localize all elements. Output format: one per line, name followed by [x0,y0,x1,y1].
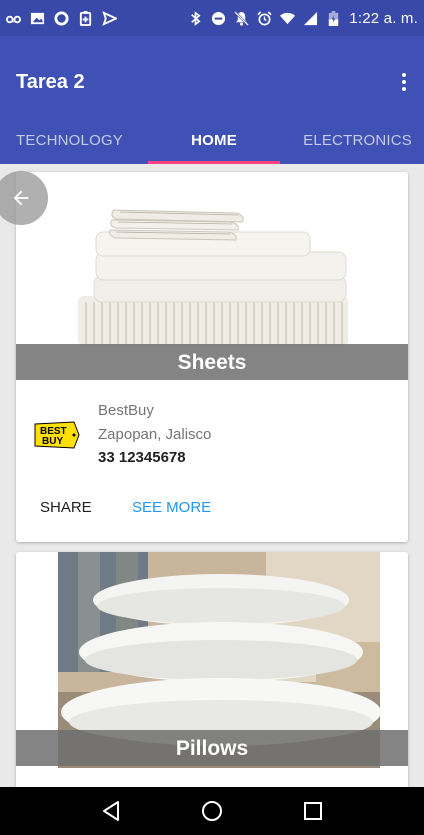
app-title: Tarea 2 [16,71,85,93]
product-title-pillows: Pillows [16,730,408,766]
store-phone[interactable]: 33 12345678 [98,449,186,466]
store-location: Zapopan, Jalisco [98,426,212,443]
home-icon[interactable] [200,799,224,823]
see-more-button[interactable]: SEE MORE [132,499,211,516]
system-nav-bar [0,787,424,835]
status-right-icons: 1:22 a. m. [188,10,418,27]
status-time: 1:22 a. m. [349,9,418,27]
alarm-icon [257,10,272,25]
battery-icon [329,10,339,26]
circle-icon [54,10,69,26]
image-icon [30,12,45,24]
battery-saver-icon [79,10,92,26]
tab-electronics[interactable]: ELECTRONICS [280,120,424,164]
bluetooth-icon [191,10,201,26]
tab-technology[interactable]: TECHNOLOGY [0,120,148,164]
status-left-icons [6,10,117,26]
notifications-off-icon [234,10,250,26]
store-info: BEST BUY BestBuy Zapopan, Jalisco 33 123… [34,402,404,472]
recents-icon[interactable] [301,799,325,823]
product-title-sheets: Sheets [16,344,408,380]
back-icon[interactable] [99,799,123,823]
status-bar: 1:22 a. m. [0,0,424,36]
send-icon [102,10,117,26]
product-card-pillows: Pillows [16,552,408,792]
product-card-sheets: Sheets BEST BUY BestBuy Zapopan, Jalisco… [16,172,408,542]
share-button[interactable]: SHARE [40,499,92,516]
arrow-back-icon [13,190,29,206]
wifi-icon [280,12,296,24]
store-name: BestBuy [98,402,154,419]
app-bar: Tarea 2 TECHNOLOGY HOME ELECTRONICS [0,36,424,164]
voicemail-icon [6,15,21,23]
best-buy-logo: BEST BUY [34,421,80,449]
product-image-pillows: Pillows [16,552,408,768]
svg-text:BUY: BUY [42,436,63,447]
card-actions: SHARE SEE MORE [16,492,408,526]
signal-icon [304,11,318,25]
product-image-sheets: Sheets [16,172,408,380]
do-not-disturb-icon [212,11,226,25]
tab-home[interactable]: HOME [148,120,280,164]
more-vert-icon[interactable] [392,64,416,100]
tab-bar: TECHNOLOGY HOME ELECTRONICS [0,120,424,164]
